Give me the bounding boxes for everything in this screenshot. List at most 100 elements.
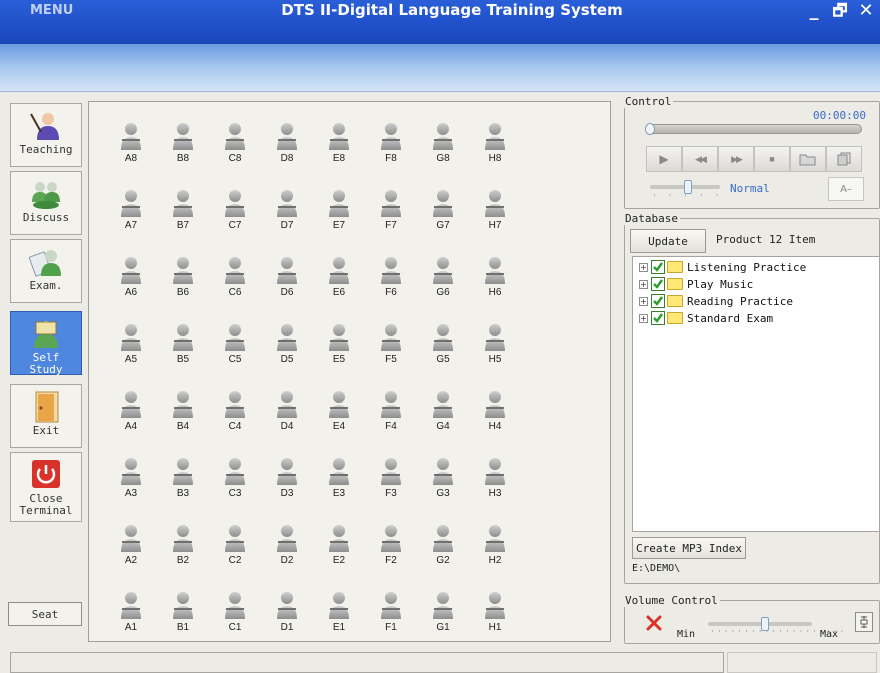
seat-G4[interactable]: G4 — [423, 390, 463, 450]
minimize-button[interactable]: _ — [804, 0, 824, 24]
seat-F2[interactable]: F2 — [371, 524, 411, 584]
fast-forward-icon[interactable]: ▶▶ — [718, 146, 754, 172]
seat-E5[interactable]: E5 — [319, 323, 359, 383]
restore-button[interactable]: 🗗 — [830, 0, 850, 24]
seat-B1[interactable]: B1 — [163, 591, 203, 651]
update-button[interactable]: Update — [630, 229, 706, 253]
seat-A5[interactable]: A5 — [111, 323, 151, 383]
seat-D4[interactable]: D4 — [267, 390, 307, 450]
seat-D8[interactable]: D8 — [267, 122, 307, 182]
seat-C1[interactable]: C1 — [215, 591, 255, 651]
seat-C2[interactable]: C2 — [215, 524, 255, 584]
seat-H2[interactable]: H2 — [475, 524, 515, 584]
seat-A6[interactable]: A6 — [111, 256, 151, 316]
seat-E8[interactable]: E8 — [319, 122, 359, 182]
seat-A1[interactable]: A1 — [111, 591, 151, 651]
seat-G6[interactable]: G6 — [423, 256, 463, 316]
seat-A8[interactable]: A8 — [111, 122, 151, 182]
seat-H3[interactable]: H3 — [475, 457, 515, 517]
seat-G7[interactable]: G7 — [423, 189, 463, 249]
seat-B2[interactable]: B2 — [163, 524, 203, 584]
seat-F5[interactable]: F5 — [371, 323, 411, 383]
seat-C6[interactable]: C6 — [215, 256, 255, 316]
seat-B5[interactable]: B5 — [163, 323, 203, 383]
seat-F8[interactable]: F8 — [371, 122, 411, 182]
seat-F1[interactable]: F1 — [371, 591, 411, 651]
seat-F6[interactable]: F6 — [371, 256, 411, 316]
seat-D3[interactable]: D3 — [267, 457, 307, 517]
seat-H5[interactable]: H5 — [475, 323, 515, 383]
menu-button[interactable]: MENU — [8, 1, 82, 21]
speed-knob[interactable] — [684, 180, 692, 194]
discuss-button[interactable]: Discuss — [10, 171, 82, 235]
seat-B8[interactable]: B8 — [163, 122, 203, 182]
seat-C4[interactable]: C4 — [215, 390, 255, 450]
create-mp3-index-button[interactable]: Create MP3 Index — [632, 537, 746, 559]
seat-A2[interactable]: A2 — [111, 524, 151, 584]
checkbox-checked-icon[interactable] — [651, 311, 665, 325]
seat-G8[interactable]: G8 — [423, 122, 463, 182]
seat-H8[interactable]: H8 — [475, 122, 515, 182]
expand-icon[interactable]: + — [639, 279, 648, 289]
font-size-button[interactable]: A– — [828, 177, 864, 201]
seat-D2[interactable]: D2 — [267, 524, 307, 584]
seat-E3[interactable]: E3 — [319, 457, 359, 517]
seat-E2[interactable]: E2 — [319, 524, 359, 584]
checkbox-checked-icon[interactable] — [651, 277, 665, 291]
seat-D1[interactable]: D1 — [267, 591, 307, 651]
seat-E7[interactable]: E7 — [319, 189, 359, 249]
seat-F4[interactable]: F4 — [371, 390, 411, 450]
tree-item-listening-practice[interactable]: + Listening Practice — [639, 259, 806, 275]
progress-knob[interactable] — [645, 123, 655, 135]
close-button[interactable]: ✕ — [856, 0, 876, 24]
speed-slider[interactable] — [650, 180, 720, 194]
seat-E1[interactable]: E1 — [319, 591, 359, 651]
seat-H7[interactable]: H7 — [475, 189, 515, 249]
tree-item-standard-exam[interactable]: + Standard Exam — [639, 310, 773, 326]
seat-G1[interactable]: G1 — [423, 591, 463, 651]
seat-B7[interactable]: B7 — [163, 189, 203, 249]
seat-H6[interactable]: H6 — [475, 256, 515, 316]
seat-F3[interactable]: F3 — [371, 457, 411, 517]
open-folder-icon[interactable] — [790, 146, 826, 172]
mute-icon[interactable] — [645, 614, 663, 632]
seat-E6[interactable]: E6 — [319, 256, 359, 316]
seat-D6[interactable]: D6 — [267, 256, 307, 316]
seat-A4[interactable]: A4 — [111, 390, 151, 450]
expand-icon[interactable]: + — [639, 313, 648, 323]
seat-C3[interactable]: C3 — [215, 457, 255, 517]
volume-slider[interactable] — [708, 617, 812, 631]
play-icon[interactable]: ▶ — [646, 146, 682, 172]
exit-button[interactable]: Exit — [10, 384, 82, 448]
seat-C7[interactable]: C7 — [215, 189, 255, 249]
seat-B3[interactable]: B3 — [163, 457, 203, 517]
rewind-icon[interactable]: ◀◀ — [682, 146, 718, 172]
tree-item-play-music[interactable]: + Play Music — [639, 276, 753, 292]
seat-C8[interactable]: C8 — [215, 122, 255, 182]
playback-progress-bar[interactable] — [645, 123, 862, 135]
seat-G5[interactable]: G5 — [423, 323, 463, 383]
seat-A7[interactable]: A7 — [111, 189, 151, 249]
seat-B4[interactable]: B4 — [163, 390, 203, 450]
seat-H1[interactable]: H1 — [475, 591, 515, 651]
seat-B6[interactable]: B6 — [163, 256, 203, 316]
tree-item-reading-practice[interactable]: + Reading Practice — [639, 293, 793, 309]
expand-icon[interactable]: + — [639, 296, 648, 306]
seat-F7[interactable]: F7 — [371, 189, 411, 249]
close-terminal-button[interactable]: Close Terminal — [10, 452, 82, 522]
seat-D5[interactable]: D5 — [267, 323, 307, 383]
seat-C5[interactable]: C5 — [215, 323, 255, 383]
volume-settings-button[interactable] — [855, 612, 873, 632]
copy-icon[interactable] — [826, 146, 862, 172]
self-study-button[interactable]: Self Study — [10, 311, 82, 376]
teaching-button[interactable]: Teaching — [10, 103, 82, 167]
checkbox-checked-icon[interactable] — [651, 294, 665, 308]
seat-A3[interactable]: A3 — [111, 457, 151, 517]
seat-D7[interactable]: D7 — [267, 189, 307, 249]
seat-G2[interactable]: G2 — [423, 524, 463, 584]
checkbox-checked-icon[interactable] — [651, 260, 665, 274]
expand-icon[interactable]: + — [639, 262, 648, 272]
seat-H4[interactable]: H4 — [475, 390, 515, 450]
exam-button[interactable]: Exam. — [10, 239, 82, 303]
stop-icon[interactable]: ■ — [754, 146, 790, 172]
